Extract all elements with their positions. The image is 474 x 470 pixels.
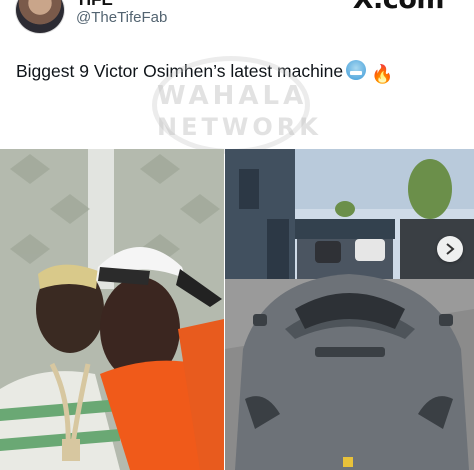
user-handle[interactable]: @TheTifeFab [76, 9, 167, 26]
watermark-line1: WAHALA [157, 81, 308, 111]
photo-left[interactable] [0, 149, 224, 470]
post-header: TIFE @TheTifeFab X.com [0, 0, 474, 40]
photo-right[interactable] [225, 149, 474, 470]
fire-emoji: 🔥 [371, 64, 394, 84]
next-image-button[interactable] [437, 236, 463, 262]
grey-sports-car-photo [225, 149, 474, 470]
watermark-logo: WAHALA NETWORK [152, 56, 322, 154]
chevron-right-icon [446, 243, 455, 255]
two-men-selfie-photo [0, 149, 224, 470]
cold-face-emoji [346, 60, 367, 80]
x-logo: X.com [353, 0, 445, 15]
avatar[interactable] [15, 0, 65, 34]
watermark-line2: NETWORK [157, 113, 322, 141]
